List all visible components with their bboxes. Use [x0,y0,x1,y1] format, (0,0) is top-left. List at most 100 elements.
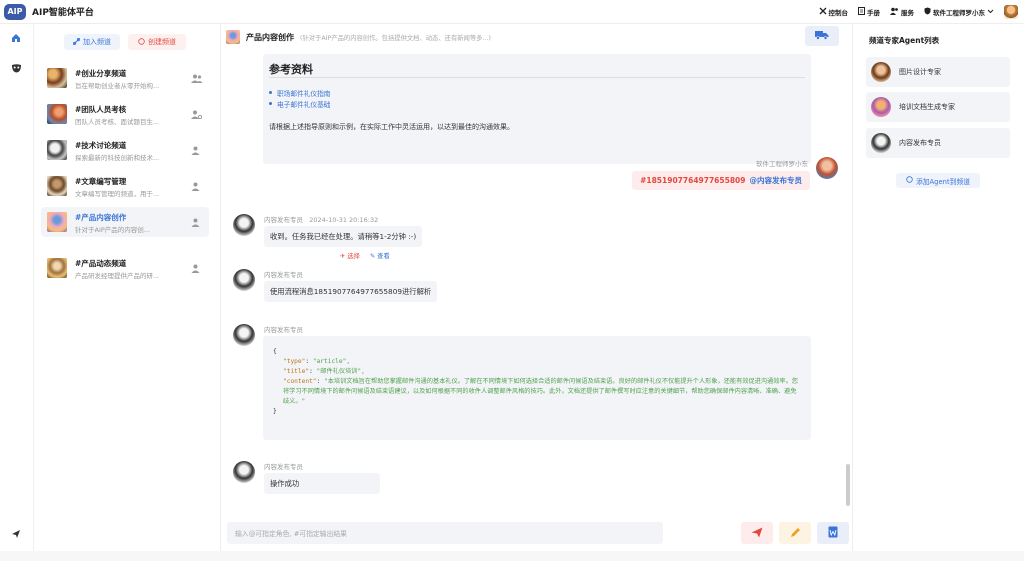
sent-message-bubble: #1851907764977655809 @内容发布专员 [632,171,810,190]
truck-icon [815,30,829,42]
theater-mask-icon[interactable] [10,62,22,74]
chat-bubble-icon [138,37,145,47]
channel-desc: 团队人员考核、面试题目生... [75,118,160,126]
channel-name: #文章编写管理 [75,177,127,186]
agent-avatar [871,133,891,153]
tools-icon [819,7,827,17]
manual-label: 手册 [867,9,880,17]
join-channel-button[interactable]: 加入频道 [64,34,120,50]
add-agent-label: 添加Agent到频道 [915,177,971,186]
channel-desc: 针对于AIP产品的内容创... [75,226,150,234]
paper-plane-icon [751,527,763,540]
message-bubble: 使用流程消息1851907764977655809进行解析 [264,281,438,302]
channel-name: #产品动态频道 [75,259,127,268]
agent-avatar [871,62,891,82]
word-export-button[interactable] [817,522,849,544]
footer-strip [0,551,1024,561]
user-icon [191,218,201,227]
chat-area: 产品内容创作 (针对于AIP产品的内容创作。包括提供文档、动态、还有新闻等多..… [221,24,853,551]
select-action[interactable]: ✈ 选择 [340,251,360,260]
scrollbar[interactable] [846,464,850,506]
word-doc-icon [828,526,838,540]
add-agent-button[interactable]: 添加Agent到频道 [896,173,980,188]
channel-name: #创业分享频道 [75,69,127,78]
channel-desc: 文章编写管理的频道，用于... [75,190,160,198]
channel-avatar [47,140,67,160]
console-label: 控制台 [828,9,849,17]
pen-icon [790,527,801,540]
channel-avatar [47,258,67,278]
document-icon [858,7,865,17]
app-title: AIP智能体平台 [32,8,94,18]
agent-avatar [233,324,255,346]
agent-avatar [871,97,891,117]
home-icon[interactable] [10,32,22,44]
top-nav: 控制台 手册 服务 软件工程师罗小东 [819,0,1018,24]
channel-item[interactable]: #团队人员考核 团队人员考核、面试题目生... [41,99,209,129]
user-avatar[interactable] [1004,5,1018,19]
channel-item[interactable]: #产品动态频道 产品研发经理提供产品的研... [41,253,209,283]
mention[interactable]: @内容发布专员 [750,175,803,186]
create-channel-label: 创建频道 [148,38,176,46]
send-icon[interactable] [10,528,22,540]
channel-item[interactable]: #文章编写管理 文章编写管理的频道，用于... [41,171,209,201]
reference-link[interactable]: 电子邮件礼仪基础 [269,98,331,109]
message-input[interactable]: 输入@可指定角色, #可指定输出结果 [227,522,663,544]
service-link[interactable]: 服务 [890,7,914,17]
channel-avatar [47,104,67,124]
user-menu[interactable]: 软件工程师罗小东 [924,7,994,17]
console-link[interactable]: 控制台 [819,7,849,17]
channel-name: #团队人员考核 [75,105,127,114]
chat-description: (针对于AIP产品的内容创作。包括提供文档、动态、还有新闻等多...) [300,34,491,42]
channel-item[interactable]: #技术讨论频道 探索最新的科技创新和技术... [41,135,209,165]
agents-panel-title: 频道专家Agent列表 [869,36,940,45]
chat-header: 产品内容创作 (针对于AIP产品的内容创作。包括提供文档、动态、还有新闻等多..… [221,24,853,50]
edit-button[interactable] [779,522,811,544]
sender-avatar [816,157,838,179]
user-icon [191,264,201,273]
channel-item-active[interactable]: #产品内容创作 针对于AIP产品的内容创... [41,207,209,237]
message-bubble: 操作成功 [264,473,380,494]
link-icon [72,37,81,47]
app-logo[interactable]: AIP [4,3,26,20]
channel-name: #技术讨论频道 [75,141,127,150]
chat-title: 产品内容创作 [246,32,294,42]
chevron-down-icon [987,8,994,16]
message-actions: ✈ 选择 ✎ 查看 [340,251,390,260]
agent-avatar [233,461,255,483]
send-button[interactable] [741,522,773,544]
message-sender: 内容发布专员 [264,463,303,471]
agent-item[interactable]: 培训文档生成专家 [866,92,1010,122]
manual-link[interactable]: 手册 [858,7,880,17]
channel-item[interactable]: #创业分享频道 旨在帮助创业者从零开始构... [41,63,209,93]
agent-avatar [233,214,255,236]
reference-heading: 参考资料 [269,63,313,76]
agent-item[interactable]: 内容发布专员 [866,128,1010,158]
user-icon [191,146,201,155]
agents-panel: 频道专家Agent列表 图片设计专家 培训文档生成专家 内容发布专员 添加Age… [853,24,1024,551]
channel-desc: 产品研发经理提供产品的研... [75,272,160,280]
view-action[interactable]: ✎ 查看 [370,251,390,260]
channel-avatar [47,212,67,232]
users-icon [890,7,899,17]
reference-note: 请根据上述指导原则和示例，在实际工作中灵活运用，以达到最佳的沟通效果。 [269,123,514,131]
reference-link[interactable]: 职场邮件礼仪指南 [269,87,331,98]
agent-item[interactable]: 图片设计专家 [866,57,1010,87]
service-label: 服务 [901,9,914,17]
channel-desc: 探索最新的科技创新和技术... [75,154,160,162]
create-channel-button[interactable]: 创建频道 [128,34,186,50]
agent-name: 培训文档生成专家 [899,103,955,111]
chat-bubble-icon [906,176,913,185]
group-icon [191,74,203,83]
channel-avatar [47,176,67,196]
agent-name: 内容发布专员 [899,139,941,147]
channel-avatar [47,68,67,88]
divider [269,77,805,78]
channel-desc: 旨在帮助创业者从零开始构... [75,82,160,90]
flow-id[interactable]: #1851907764977655809 [640,176,745,185]
code-block: { "type": "article", "title": "邮件礼仪培训", … [263,336,811,440]
reference-card: 参考资料 职场邮件礼仪指南 电子邮件礼仪基础 请根据上述指导原则和示例，在实际工… [263,54,811,164]
message-sender: 内容发布专员 [264,326,303,334]
channel-panel: 加入频道 创建频道 #创业分享频道 旨在帮助创业者从零开始构... #团队人员考… [35,24,221,551]
delivery-button[interactable] [805,26,839,46]
